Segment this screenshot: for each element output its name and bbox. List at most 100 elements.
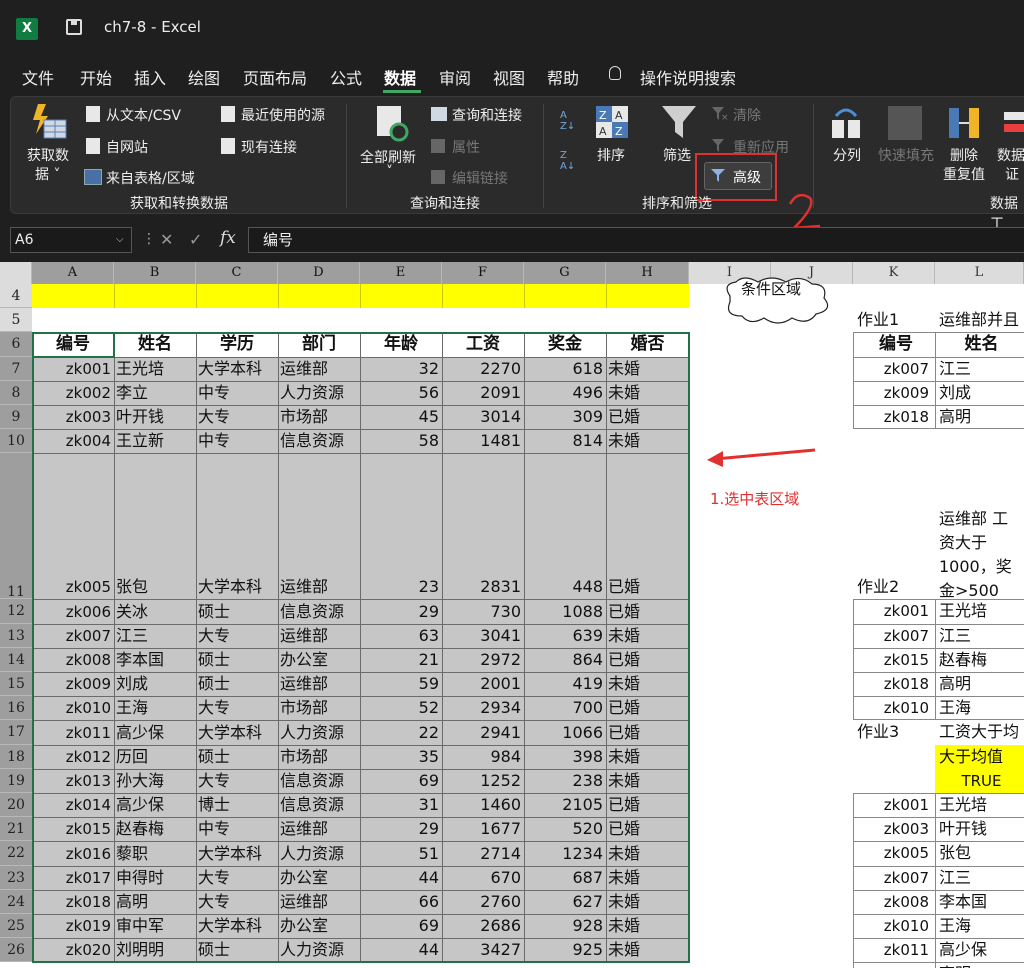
- gridline: [114, 284, 115, 309]
- sort-za-icon[interactable]: Z A↓: [560, 150, 575, 172]
- row-header-26[interactable]: 26: [0, 938, 32, 963]
- get-data-dropdown[interactable]: 据 ˅: [35, 164, 60, 184]
- name-box[interactable]: A6: [10, 227, 132, 253]
- from-web-button[interactable]: 自网站: [106, 137, 148, 157]
- row-header-12[interactable]: 12: [0, 599, 32, 624]
- select-all-corner[interactable]: [0, 262, 32, 284]
- menu-insert[interactable]: 插入: [134, 65, 166, 89]
- column-header-h[interactable]: H: [606, 262, 689, 284]
- row-header-22[interactable]: 22: [0, 841, 32, 866]
- column-header-l[interactable]: L: [935, 262, 1024, 284]
- row-header-19[interactable]: 19: [0, 768, 32, 793]
- flash-fill-button[interactable]: 快速填充: [878, 145, 934, 165]
- menu-review[interactable]: 审阅: [439, 65, 471, 89]
- from-table-button[interactable]: 来自表格/区域: [106, 168, 195, 188]
- row-header-24[interactable]: 24: [0, 889, 32, 914]
- excel-icon[interactable]: X: [16, 18, 38, 40]
- row-header-10[interactable]: 10: [0, 429, 32, 454]
- refresh-all-dropdown[interactable]: ˅: [386, 164, 393, 180]
- queries-connections-button[interactable]: 查询和连接: [452, 105, 522, 125]
- data-validation-label[interactable]: 数据: [997, 145, 1024, 165]
- cancel-entry-icon[interactable]: ✕: [160, 230, 173, 249]
- row-header-11[interactable]: 11: [0, 453, 32, 600]
- menu-file[interactable]: 文件: [22, 65, 54, 89]
- row-header-17[interactable]: 17: [0, 720, 32, 745]
- hw1-header-name: 姓名: [964, 334, 999, 355]
- hw3-name: 王海: [939, 916, 972, 935]
- gridline: [606, 284, 607, 309]
- remove-duplicates-icon[interactable]: [947, 106, 981, 140]
- row-header-8[interactable]: 8: [0, 380, 32, 405]
- svg-text:A: A: [615, 109, 623, 122]
- clear-button[interactable]: 清除: [733, 105, 761, 125]
- formula-input[interactable]: 编号: [248, 227, 1024, 253]
- column-header-e[interactable]: E: [360, 262, 442, 284]
- hw1-name: 刘成: [939, 382, 972, 402]
- menu-view[interactable]: 视图: [493, 65, 525, 89]
- remove-duplicates-label[interactable]: 删除: [950, 145, 978, 165]
- row-header-15[interactable]: 15: [0, 672, 32, 697]
- insert-function-icon[interactable]: fx: [220, 228, 236, 248]
- get-data-label[interactable]: 获取数: [27, 145, 69, 165]
- sort-icon[interactable]: ZAAZ: [596, 106, 628, 138]
- refresh-all-icon[interactable]: [375, 104, 409, 142]
- menu-page-layout[interactable]: 页面布局: [243, 65, 307, 89]
- hw2-id: zk015: [883, 650, 929, 669]
- filter-button[interactable]: 筛选: [663, 145, 691, 165]
- tell-me-search[interactable]: 操作说明搜索: [640, 65, 736, 89]
- menu-data[interactable]: 数据: [384, 65, 416, 89]
- hw1-id: zk009: [883, 383, 929, 402]
- column-header-d[interactable]: D: [278, 262, 360, 284]
- save-icon[interactable]: [66, 19, 82, 35]
- data-validation-label-2[interactable]: 证: [1005, 164, 1019, 184]
- row-header-5[interactable]: 5: [0, 308, 32, 333]
- row-header-23[interactable]: 23: [0, 865, 32, 890]
- filter-icon[interactable]: [662, 104, 696, 140]
- edit-links-button[interactable]: 编辑链接: [452, 168, 508, 188]
- worksheet[interactable]: ABCDEFGHIJKL 4 5 6 7 8 9 10 11 12 13 14 15 16 17 18 19 2…: [0, 262, 1024, 968]
- column-header-f[interactable]: F: [442, 262, 524, 284]
- column-header-g[interactable]: G: [524, 262, 606, 284]
- column-header-a[interactable]: A: [32, 262, 114, 284]
- hw1-title: 运维部并且: [939, 310, 1020, 330]
- hw3-id: zk005: [883, 844, 929, 863]
- row-header-14[interactable]: 14: [0, 647, 32, 672]
- svg-text:Z: Z: [599, 109, 607, 122]
- name-box-dropdown-icon[interactable]: ⌵: [116, 234, 124, 245]
- row-header-25[interactable]: 25: [0, 914, 32, 939]
- sort-button[interactable]: 排序: [597, 145, 625, 165]
- column-header-b[interactable]: B: [114, 262, 196, 284]
- recent-sources-button[interactable]: 最近使用的源: [241, 105, 325, 125]
- data-validation-icon[interactable]: [1002, 106, 1024, 140]
- confirm-entry-icon[interactable]: ✓: [189, 230, 202, 249]
- text-to-columns-button[interactable]: 分列: [833, 145, 861, 165]
- sort-az-icon[interactable]: A Z↓: [560, 110, 575, 132]
- menu-draw[interactable]: 绘图: [188, 65, 220, 89]
- menu-help[interactable]: 帮助: [547, 65, 579, 89]
- row-header-18[interactable]: 18: [0, 744, 32, 769]
- hw1-name: 高明: [939, 407, 972, 426]
- hw3-criteria-header: 大于均值: [939, 746, 1004, 766]
- row-header-7[interactable]: 7: [0, 356, 32, 381]
- row-header-16[interactable]: 16: [0, 696, 32, 721]
- hw3-label: 作业3: [857, 722, 900, 742]
- menu-home[interactable]: 开始: [80, 65, 112, 89]
- row-header-9[interactable]: 9: [0, 405, 32, 430]
- column-header-c[interactable]: C: [196, 262, 278, 284]
- row-header-20[interactable]: 20: [0, 793, 32, 818]
- row-header-4[interactable]: 4: [0, 284, 32, 309]
- gridline: [442, 284, 443, 309]
- column-header-k[interactable]: K: [853, 262, 935, 284]
- existing-connections-button[interactable]: 现有连接: [241, 137, 297, 157]
- remove-duplicates-label-2[interactable]: 重复值: [943, 164, 985, 184]
- row-header-6[interactable]: 6: [0, 332, 32, 357]
- row-header-21[interactable]: 21: [0, 817, 32, 842]
- from-text-csv-button[interactable]: 从文本/CSV: [106, 105, 181, 125]
- row-header-13[interactable]: 13: [0, 623, 32, 648]
- get-data-icon[interactable]: [30, 104, 68, 140]
- hw1-id: zk007: [883, 359, 929, 378]
- text-to-columns-icon[interactable]: [830, 106, 864, 140]
- properties-button[interactable]: 属性: [452, 137, 480, 157]
- hw1-id: zk018: [883, 408, 929, 426]
- menu-formulas[interactable]: 公式: [330, 65, 362, 89]
